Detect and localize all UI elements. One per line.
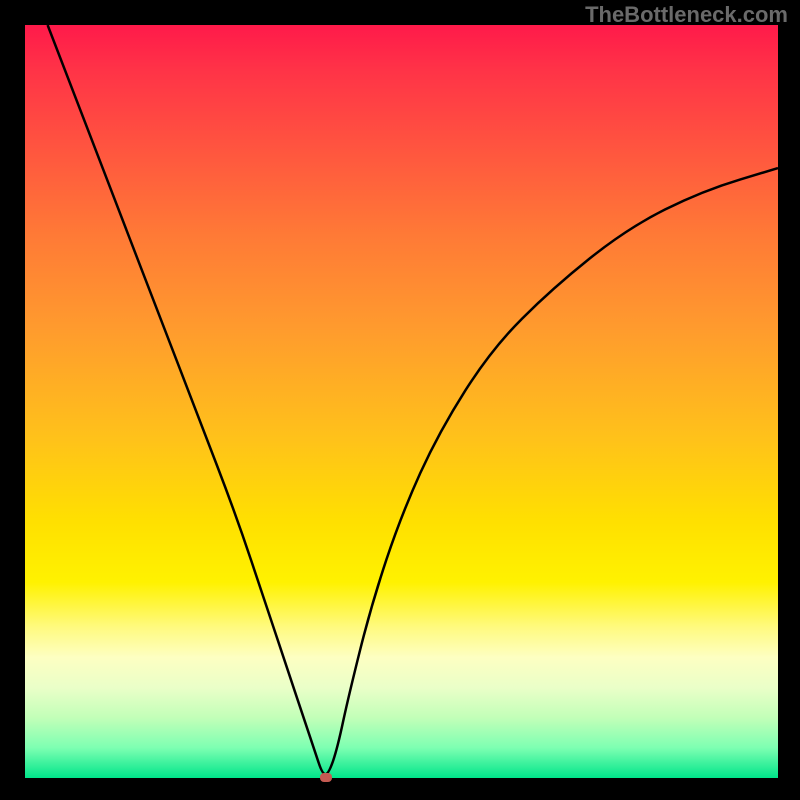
bottleneck-curve bbox=[25, 25, 778, 778]
optimum-marker bbox=[320, 773, 332, 782]
watermark-text: TheBottleneck.com bbox=[585, 2, 788, 28]
chart-plot-area bbox=[25, 25, 778, 778]
curve-path bbox=[48, 25, 778, 774]
